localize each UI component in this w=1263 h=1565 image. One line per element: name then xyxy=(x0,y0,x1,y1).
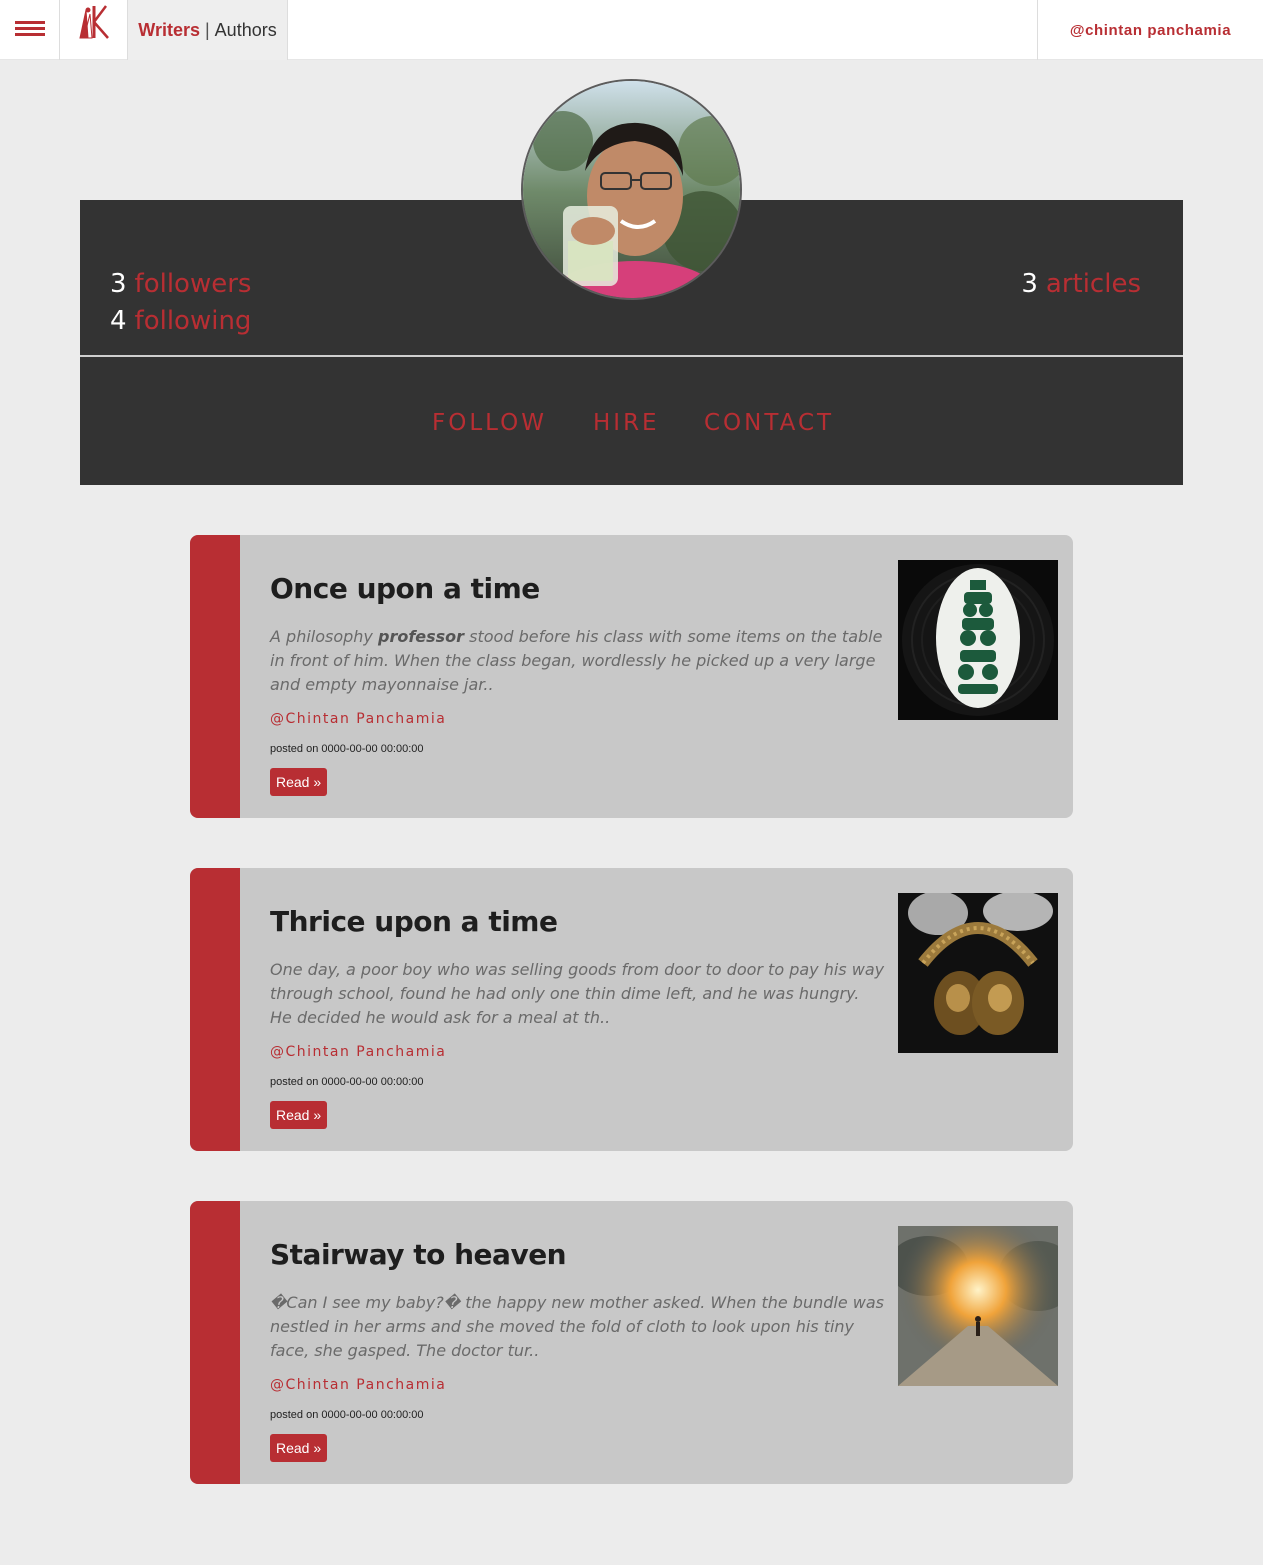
article-posted-date: posted on 0000-00-00 00:00:00 xyxy=(270,1409,424,1421)
article-excerpt: One day, a poor boy who was selling good… xyxy=(270,960,885,1027)
articles-stat[interactable]: 3 articles xyxy=(1021,271,1141,297)
article-card: Thrice upon a time One day, a poor boy w… xyxy=(190,868,1073,1151)
read-button[interactable]: Read » xyxy=(270,1101,328,1129)
read-button[interactable]: Read » xyxy=(270,768,328,796)
article-author-link[interactable]: @Chintan Panchamia xyxy=(270,1044,446,1060)
brand-separator: | xyxy=(204,19,210,40)
article-author-link[interactable]: @Chintan Panchamia xyxy=(270,1377,446,1393)
site-logo[interactable] xyxy=(60,0,128,60)
article-accent-stripe xyxy=(190,1201,240,1484)
following-count: 4 xyxy=(110,306,127,336)
following-stat[interactable]: 4 following xyxy=(110,308,251,334)
article-excerpt: �Can I see my baby?� the happy new mothe… xyxy=(270,1293,884,1360)
hamburger-menu-icon[interactable] xyxy=(0,0,60,60)
article-thumbnail[interactable] xyxy=(898,893,1058,1053)
article-excerpt: A philosophy professor stood before his … xyxy=(270,627,883,694)
followers-stat[interactable]: 3 followers xyxy=(110,271,251,297)
following-label: following xyxy=(134,306,252,336)
articles-count: 3 xyxy=(1021,269,1038,299)
brand-link[interactable]: Writers | Authors xyxy=(128,0,288,60)
brand-writers: Writers xyxy=(138,19,200,40)
article-card: Once upon a time A philosophy professor … xyxy=(190,535,1073,818)
article-title[interactable]: Once upon a time xyxy=(270,572,540,605)
user-profile-link[interactable]: @chintan panchamia xyxy=(1037,0,1263,60)
article-title[interactable]: Thrice upon a time xyxy=(270,905,558,938)
article-author-link[interactable]: @Chintan Panchamia xyxy=(270,711,446,727)
article-title[interactable]: Stairway to heaven xyxy=(270,1238,567,1271)
contact-button[interactable]: CONTACT xyxy=(704,410,834,436)
follow-button[interactable]: FOLLOW xyxy=(432,410,547,436)
top-navbar: Writers | Authors @chintan panchamia xyxy=(0,0,1263,60)
profile-avatar xyxy=(521,79,742,300)
brand-authors: Authors xyxy=(214,19,277,40)
article-posted-date: posted on 0000-00-00 00:00:00 xyxy=(270,743,424,755)
hire-button[interactable]: HIRE xyxy=(593,410,660,436)
followers-label: followers xyxy=(134,269,252,299)
article-card: Stairway to heaven �Can I see my baby?� … xyxy=(190,1201,1073,1484)
article-thumbnail[interactable] xyxy=(898,560,1058,720)
followers-count: 3 xyxy=(110,269,127,299)
article-accent-stripe xyxy=(190,535,240,818)
article-thumbnail[interactable] xyxy=(898,1226,1058,1386)
article-posted-date: posted on 0000-00-00 00:00:00 xyxy=(270,1076,424,1088)
article-accent-stripe xyxy=(190,868,240,1151)
read-button[interactable]: Read » xyxy=(270,1434,328,1462)
articles-label: articles xyxy=(1045,269,1141,299)
